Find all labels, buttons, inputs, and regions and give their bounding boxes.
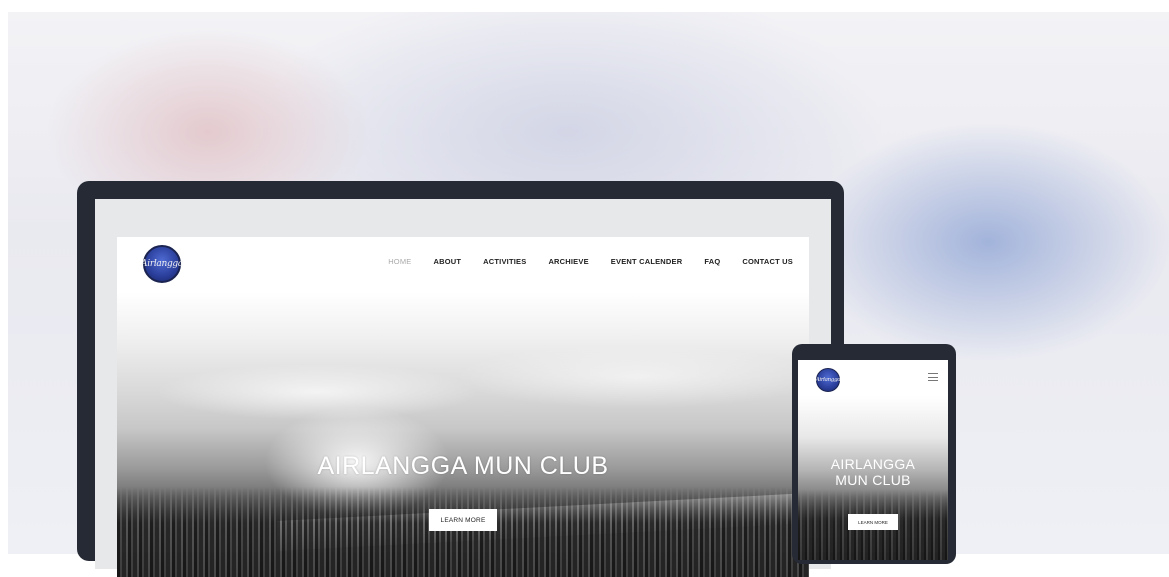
mobile-device-frame: Airlangga AIRLANGGA MUN CLUB LEARN MORE <box>792 344 956 564</box>
hero-cityscape <box>117 487 809 577</box>
site-header: Airlangga HOME ABOUT ACTIVITIES ARCHIEVE… <box>117 237 809 292</box>
desktop-screen: Airlangga HOME ABOUT ACTIVITIES ARCHIEVE… <box>95 199 831 577</box>
nav-about[interactable]: ABOUT <box>434 257 462 266</box>
hamburger-menu-icon[interactable] <box>928 373 938 381</box>
learn-more-button[interactable]: LEARN MORE <box>429 509 497 531</box>
main-nav: HOME ABOUT ACTIVITIES ARCHIEVE EVENT CAL… <box>388 257 793 266</box>
hero-title: AIRLANGGA MUN CLUB <box>317 452 609 480</box>
mobile-screen: Airlangga AIRLANGGA MUN CLUB LEARN MORE <box>798 360 948 560</box>
hero-clouds <box>117 332 809 442</box>
nav-faq[interactable]: FAQ <box>704 257 720 266</box>
nav-home[interactable]: HOME <box>388 257 411 266</box>
mobile-hero-title-line2: MUN CLUB <box>835 472 911 488</box>
hero-section: AIRLANGGA MUN CLUB LEARN MORE <box>117 292 809 577</box>
mobile-hero-section: AIRLANGGA MUN CLUB LEARN MORE <box>798 396 948 560</box>
mobile-logo-text: Airlangga <box>815 377 841 383</box>
nav-activities[interactable]: ACTIVITIES <box>483 257 526 266</box>
nav-contact-us[interactable]: CONTACT US <box>742 257 793 266</box>
mobile-header: Airlangga <box>798 360 948 396</box>
logo-text: Airlangga <box>141 259 183 269</box>
mobile-learn-more-button[interactable]: LEARN MORE <box>848 514 898 530</box>
mobile-club-logo[interactable]: Airlangga <box>815 368 841 392</box>
nav-archieve[interactable]: ARCHIEVE <box>548 257 588 266</box>
desktop-monitor-frame: Airlangga HOME ABOUT ACTIVITIES ARCHIEVE… <box>77 181 844 577</box>
nav-event-calender[interactable]: EVENT CALENDER <box>611 257 683 266</box>
mobile-hero-title-line1: AIRLANGGA <box>830 456 916 472</box>
desktop-website: Airlangga HOME ABOUT ACTIVITIES ARCHIEVE… <box>117 237 809 577</box>
mobile-hero-title: AIRLANGGA MUN CLUB <box>798 456 948 488</box>
club-logo[interactable]: Airlangga <box>141 245 183 283</box>
